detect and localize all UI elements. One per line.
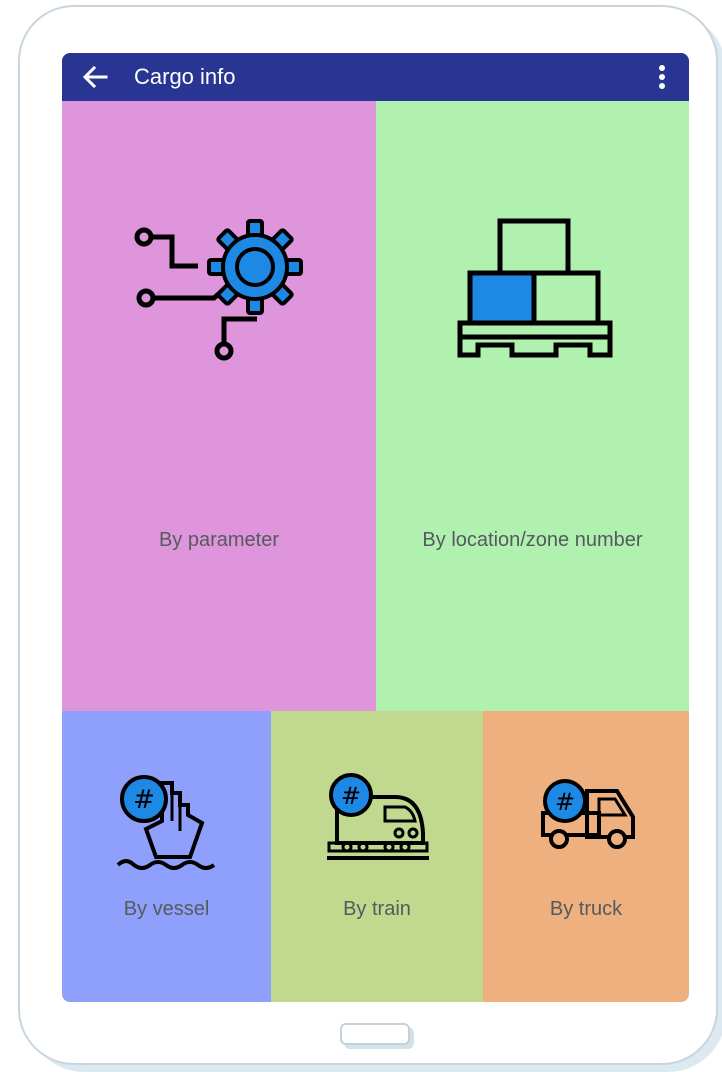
svg-text:#: # [341, 782, 361, 810]
home-button[interactable] [340, 1023, 410, 1045]
tile-by-train[interactable]: # By train [271, 711, 483, 1002]
tile-by-location[interactable]: By location/zone number [376, 101, 689, 711]
app-bar: Cargo info [62, 53, 689, 101]
page-title: Cargo info [134, 64, 236, 89]
tile-label-truck: By truck [549, 898, 623, 920]
back-button[interactable] [82, 64, 108, 90]
tile-label-location: By location/zone number [422, 529, 643, 551]
arrow-left-icon [82, 65, 108, 89]
pallet-boxes-icon [457, 218, 613, 358]
truck-icon: # [541, 779, 635, 849]
svg-text:#: # [133, 785, 155, 815]
tile-by-vessel[interactable]: # By vessel [62, 711, 271, 1002]
overflow-menu-button[interactable] [652, 62, 672, 92]
tile-label-vessel: By vessel [123, 898, 210, 920]
vessel-icon: # [116, 775, 216, 870]
tile-label-train: By train [343, 898, 411, 920]
svg-text:#: # [555, 788, 575, 816]
tile-label-parameter: By parameter [158, 529, 280, 551]
more-vertical-icon [659, 65, 665, 89]
tile-by-parameter[interactable]: By parameter [62, 101, 376, 711]
parameter-gear-icon [134, 219, 303, 361]
app-screen: Cargo info By parameter By location/zone… [62, 53, 689, 1002]
tile-by-truck[interactable]: # By truck [483, 711, 689, 1002]
train-icon: # [327, 773, 429, 860]
